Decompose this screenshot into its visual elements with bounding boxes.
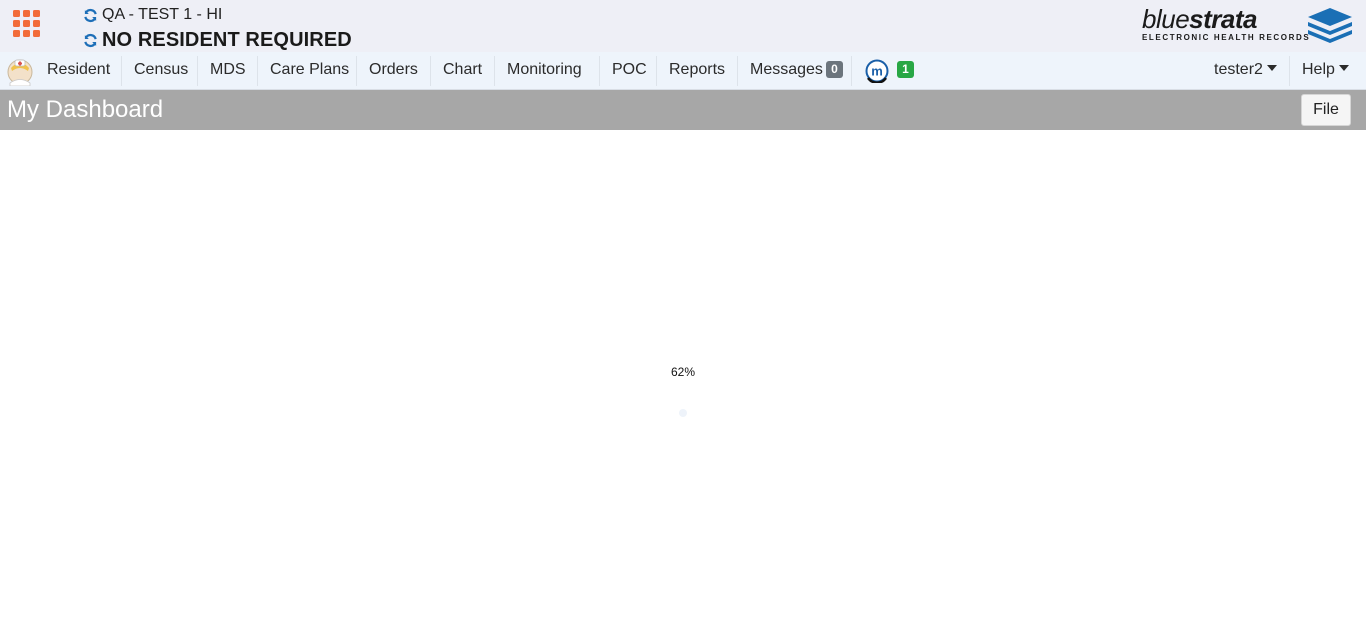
nav-divider [851, 56, 852, 86]
refresh-icon [84, 8, 97, 22]
help-menu[interactable]: Help [1302, 52, 1349, 90]
svg-text:m: m [871, 64, 883, 79]
monitor-count-badge[interactable]: 1 [897, 61, 914, 78]
nav-reports[interactable]: Reports [669, 52, 725, 90]
nav-divider [737, 56, 738, 86]
nav-divider [656, 56, 657, 86]
caret-down-icon [1338, 65, 1349, 71]
resident-name: NO RESIDENT REQUIRED [102, 28, 352, 51]
nav-messages[interactable]: Messages 0 [750, 52, 843, 90]
nav-divider [599, 56, 600, 86]
nav-monitoring[interactable]: Monitoring [507, 52, 582, 90]
refresh-icon [84, 33, 97, 47]
top-header: QA - TEST 1 - HI NO RESIDENT REQUIRED bl… [0, 0, 1366, 52]
nav-census[interactable]: Census [134, 52, 188, 90]
main-nav: Resident Census MDS Care Plans Orders Ch… [0, 52, 1366, 90]
loading-progress-indicator [679, 409, 687, 417]
user-name: tester2 [1214, 61, 1263, 78]
caret-down-icon [1266, 65, 1277, 71]
user-menu[interactable]: tester2 [1214, 52, 1277, 90]
page-title-bar: My Dashboard File [0, 90, 1366, 130]
nav-poc[interactable]: POC [612, 52, 647, 90]
nav-divider [197, 56, 198, 86]
nav-chart[interactable]: Chart [443, 52, 482, 90]
facility-name: QA - TEST 1 - HI [102, 6, 223, 23]
nav-messages-label: Messages [750, 61, 823, 78]
messages-count-badge: 0 [825, 61, 843, 78]
brand-name: bluestrata [1142, 4, 1257, 34]
brand-logo: bluestrata ELECTRONIC HEALTH RECORDS [1140, 4, 1355, 45]
nav-divider [257, 56, 258, 86]
nav-divider [1289, 56, 1290, 86]
apps-grid-icon[interactable] [13, 10, 41, 38]
nav-divider [121, 56, 122, 86]
brand-tagline: ELECTRONIC HEALTH RECORDS [1142, 33, 1311, 42]
loading-progress-text: 62% [670, 365, 696, 379]
nav-divider [494, 56, 495, 86]
resident-selector[interactable]: NO RESIDENT REQUIRED [83, 28, 352, 52]
facility-selector[interactable]: QA - TEST 1 - HI [83, 5, 222, 25]
file-button[interactable]: File [1301, 94, 1351, 126]
monitor-m-icon[interactable]: m [865, 59, 889, 83]
nav-mds[interactable]: MDS [210, 52, 246, 90]
nav-divider [430, 56, 431, 86]
nav-orders[interactable]: Orders [369, 52, 418, 90]
nav-resident[interactable]: Resident [47, 52, 110, 90]
page-title: My Dashboard [7, 96, 164, 123]
help-label: Help [1302, 61, 1335, 78]
bluestrata-logo-icon [1308, 8, 1352, 43]
nurse-avatar-icon[interactable] [6, 56, 34, 86]
nav-care-plans[interactable]: Care Plans [270, 52, 349, 90]
nav-divider [356, 56, 357, 86]
